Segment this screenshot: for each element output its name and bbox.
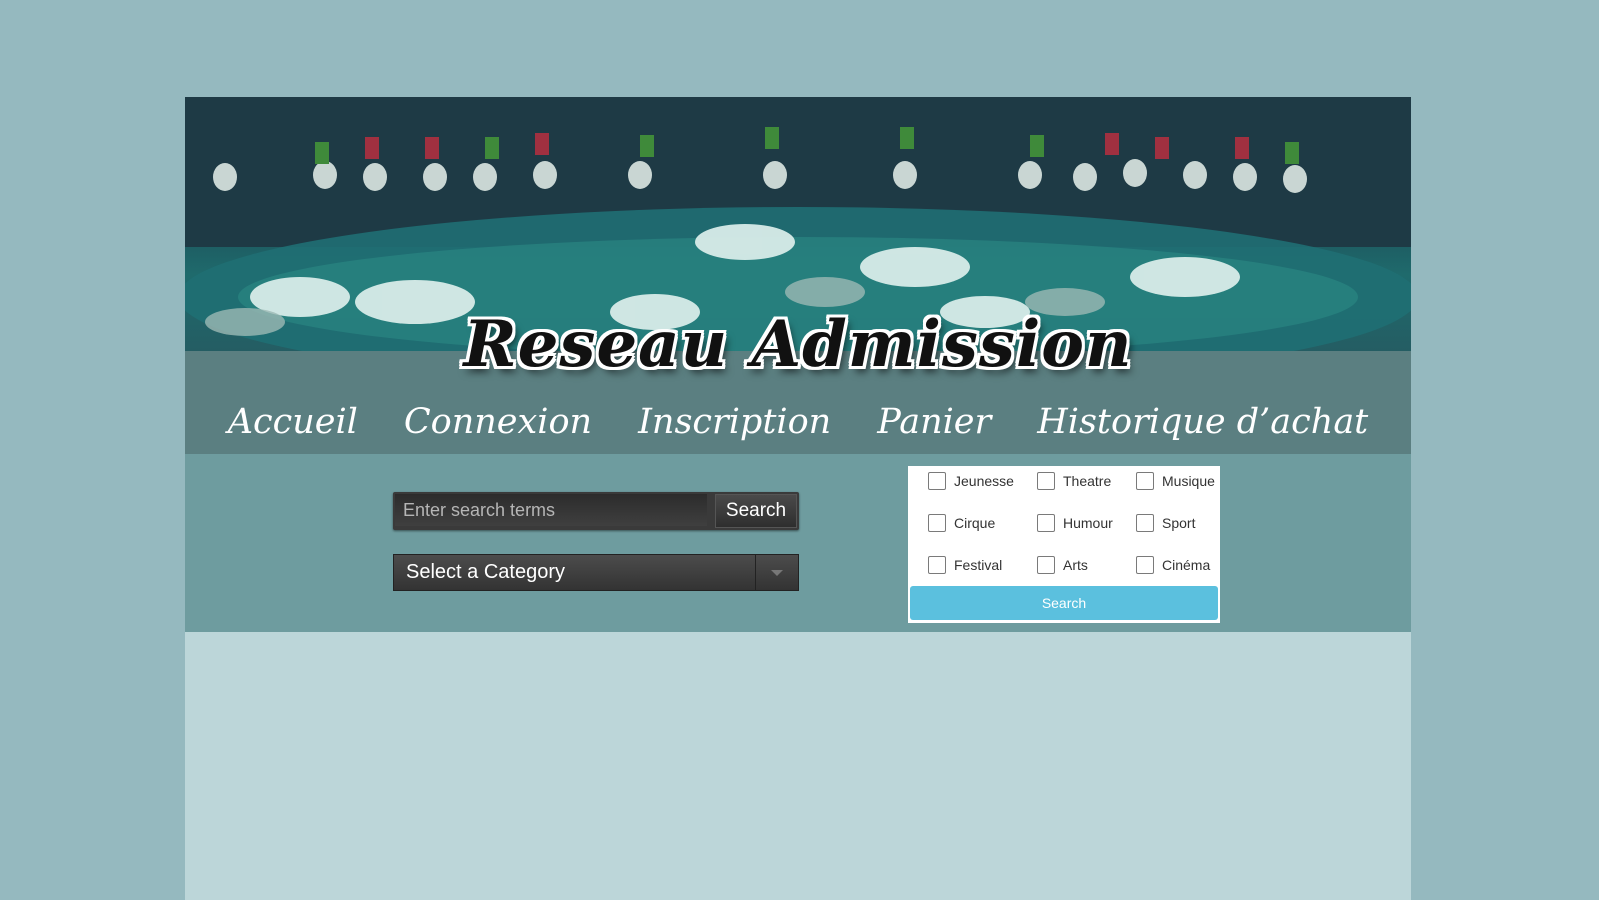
filter-cinema[interactable]: Cinéma [1136,550,1210,580]
nav-connexion[interactable]: Connexion [404,397,592,447]
nav-historique[interactable]: Historique d’achat [1037,397,1368,447]
filter-row: Jeunesse Theatre Musique [908,466,1220,496]
category-select-value: Select a Category [406,561,565,583]
nav-inscription[interactable]: Inscription [638,397,831,447]
search-button[interactable]: Search [715,494,797,528]
filter-row: Cirque Humour Sport [908,508,1220,538]
checkbox[interactable] [928,472,946,490]
page-container: Reseau Admission Accueil Connexion Inscr… [185,97,1411,900]
checkbox[interactable] [928,514,946,532]
nav-accueil[interactable]: Accueil [228,397,358,447]
category-select[interactable]: Select a Category [393,554,799,591]
checkbox[interactable] [1136,472,1154,490]
filter-cirque[interactable]: Cirque [928,508,995,538]
filter-row: Festival Arts Cinéma [908,550,1220,580]
search-band: Search Select a Category Jeunesse Theatr… [185,454,1411,632]
site-logo[interactable]: Reseau Admission [185,307,1411,382]
nav-panier[interactable]: Panier [877,397,991,447]
checkbox[interactable] [928,556,946,574]
filter-sport[interactable]: Sport [1136,508,1195,538]
checkbox[interactable] [1136,556,1154,574]
filter-theatre[interactable]: Theatre [1037,466,1111,496]
category-filter-panel: Jeunesse Theatre Musique Cirque Humour S… [908,466,1220,623]
chevron-down-icon[interactable] [755,555,798,590]
main-nav: Accueil Connexion Inscription Panier His… [185,397,1411,447]
filter-jeunesse[interactable]: Jeunesse [928,466,1014,496]
checkbox[interactable] [1037,556,1055,574]
filter-festival[interactable]: Festival [928,550,1002,580]
checkbox[interactable] [1136,514,1154,532]
filter-humour[interactable]: Humour [1037,508,1113,538]
search-bar: Search [393,492,799,530]
filter-musique[interactable]: Musique [1136,466,1215,496]
checkbox[interactable] [1037,472,1055,490]
filter-arts[interactable]: Arts [1037,550,1088,580]
checkbox[interactable] [1037,514,1055,532]
filter-search-button[interactable]: Search [910,586,1218,620]
search-input[interactable] [395,494,707,526]
